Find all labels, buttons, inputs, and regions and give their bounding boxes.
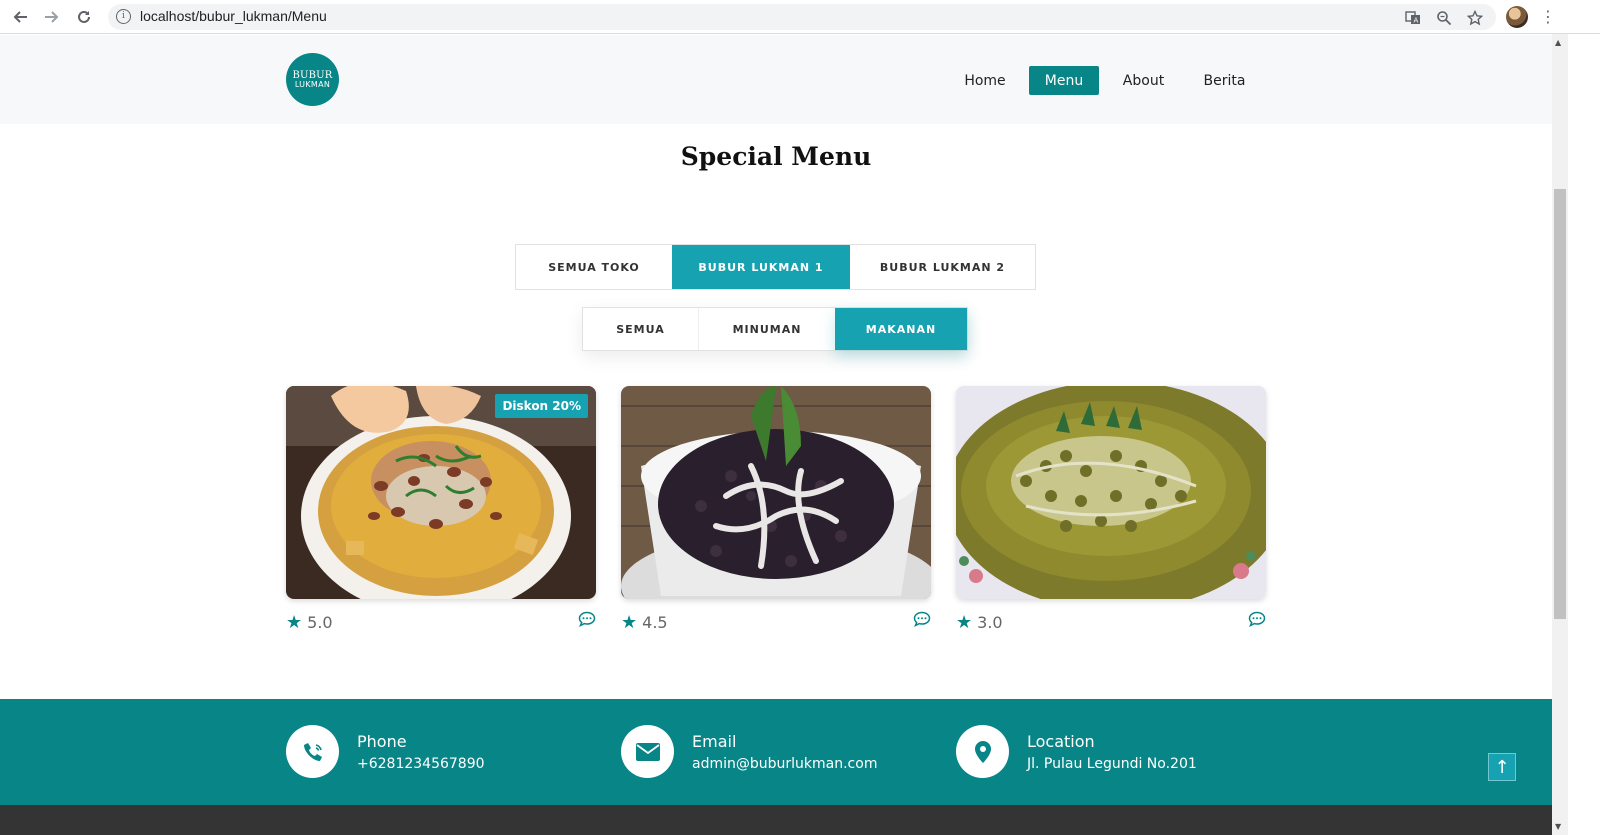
comment-icon[interactable]	[913, 611, 931, 628]
filter-bubur-lukman-2[interactable]: BUBUR LUKMAN 2	[850, 245, 1035, 289]
contact-label: Email	[692, 731, 737, 751]
translate-icon[interactable]: A	[1403, 8, 1423, 28]
rating-value: 3.0	[977, 613, 1003, 632]
food-image-bubur-ketan-hitam[interactable]	[621, 386, 931, 599]
logo-line-1: BUBUR	[292, 69, 333, 81]
forward-arrow-icon[interactable]	[40, 5, 64, 29]
profile-avatar[interactable]	[1506, 6, 1528, 28]
back-arrow-icon[interactable]	[8, 5, 32, 29]
comment-icon[interactable]	[578, 611, 596, 628]
nav-home[interactable]: Home	[958, 66, 1012, 95]
svg-text:A: A	[1414, 17, 1419, 25]
reload-icon[interactable]	[72, 5, 96, 29]
scroll-down-arrow-icon[interactable]: ▼	[1555, 822, 1561, 831]
footer-bottom-bar	[0, 805, 1552, 835]
scroll-up-arrow-icon[interactable]: ▲	[1555, 38, 1561, 47]
category-filter-group: SEMUA MINUMAN MAKANAN	[582, 307, 968, 351]
scroll-thumb[interactable]	[1554, 189, 1566, 619]
star-icon: ★	[956, 612, 973, 633]
filter-minuman[interactable]: MINUMAN	[699, 308, 835, 350]
star-icon: ★	[286, 612, 303, 633]
discount-badge: Diskon 20%	[495, 394, 588, 418]
filter-bubur-lukman-1[interactable]: BUBUR LUKMAN 1	[672, 245, 850, 289]
contact-value[interactable]: admin@buburlukman.com	[692, 756, 877, 772]
info-icon[interactable]: i	[116, 9, 131, 24]
back-to-top-button[interactable]: ↑	[1488, 753, 1516, 781]
page-title: Special Menu	[680, 142, 872, 171]
zoom-icon[interactable]	[1434, 8, 1454, 28]
logo[interactable]: BUBUR LUKMAN	[286, 53, 339, 106]
rating-value: 5.0	[307, 613, 333, 632]
food-image-bubur-kacang-hijau[interactable]	[956, 386, 1266, 599]
logo-line-2: LUKMAN	[294, 79, 331, 89]
star-icon: ★	[621, 612, 638, 633]
star-bookmark-icon[interactable]	[1465, 8, 1485, 28]
food-image-bubur-ayam[interactable]: Diskon 20%	[286, 386, 596, 599]
contact-value: +6281234567890	[357, 755, 485, 772]
filter-makanan[interactable]: MAKANAN	[835, 308, 967, 350]
contact-label: Location	[1027, 731, 1095, 751]
more-menu-icon[interactable]: ⋮	[1540, 6, 1556, 28]
contact-label: Phone	[357, 731, 407, 751]
filter-semua-toko[interactable]: SEMUA TOKO	[516, 245, 672, 289]
menu-card[interactable]: ★ 3.0	[956, 386, 1266, 633]
map-pin-icon	[956, 725, 1009, 778]
phone-icon	[286, 725, 339, 778]
page-scrollbar[interactable]: ▲ ▼	[1552, 34, 1568, 835]
rating-value: 4.5	[642, 613, 668, 632]
contact-value: Jl. Pulau Legundi No.201	[1027, 755, 1197, 772]
nav-about[interactable]: About	[1116, 66, 1171, 95]
address-bar[interactable]: i localhost/bubur_lukman/Menu A	[108, 4, 1496, 30]
site-header: BUBUR LUKMAN Home Menu About Berita	[0, 35, 1552, 124]
rating: ★ 3.0	[956, 612, 1003, 633]
envelope-icon	[621, 725, 674, 778]
rating: ★ 5.0	[286, 612, 333, 633]
menu-card[interactable]: ★ 4.5	[621, 386, 931, 633]
nav-menu[interactable]: Menu	[1029, 66, 1099, 95]
nav-berita[interactable]: Berita	[1196, 66, 1253, 95]
contact-phone: Phone +6281234567890	[286, 725, 485, 778]
menu-card[interactable]: Diskon 20% ★ 5.0	[286, 386, 596, 633]
footer: Phone +6281234567890 Email admin@buburlu…	[0, 699, 1552, 805]
url-text[interactable]: localhost/bubur_lukman/Menu	[140, 8, 327, 24]
browser-toolbar: i localhost/bubur_lukman/Menu A ⋮	[0, 0, 1600, 34]
contact-email: Email admin@buburlukman.com	[621, 725, 877, 778]
contact-location: Location Jl. Pulau Legundi No.201	[956, 725, 1197, 778]
filter-semua[interactable]: SEMUA	[583, 308, 699, 350]
store-filter-group: SEMUA TOKO BUBUR LUKMAN 1 BUBUR LUKMAN 2	[515, 244, 1036, 290]
rating: ★ 4.5	[621, 612, 668, 633]
comment-icon[interactable]	[1248, 611, 1266, 628]
